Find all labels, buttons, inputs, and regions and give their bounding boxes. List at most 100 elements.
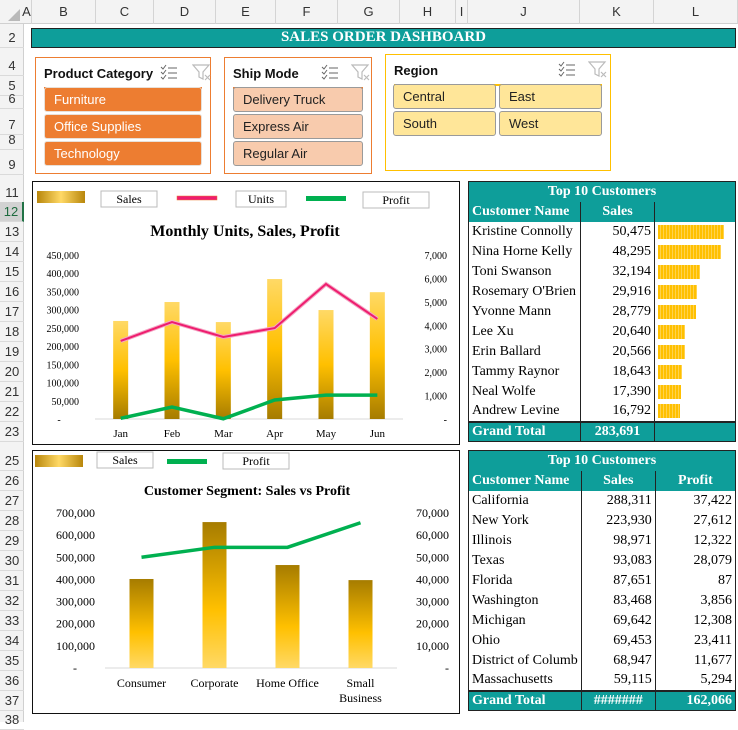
sales-cell[interactable]: 69,642 <box>581 610 656 631</box>
customer-name-cell[interactable]: Erin Ballard <box>468 341 581 362</box>
multi-select-icon[interactable] <box>558 61 578 79</box>
sales-cell[interactable]: 93,083 <box>581 550 656 571</box>
state-name-cell[interactable]: New York <box>468 510 582 531</box>
state-name-cell[interactable]: Florida <box>468 570 582 591</box>
column-header-customer-name[interactable]: Customer Name <box>468 470 582 491</box>
row-header[interactable]: 13 <box>0 222 24 242</box>
row-header[interactable]: 12 <box>0 202 24 222</box>
row-header[interactable]: 6 <box>0 89 24 109</box>
row-header[interactable]: 2 <box>0 28 24 48</box>
bar-sales[interactable] <box>348 580 373 668</box>
sales-cell[interactable]: 59,115 <box>581 670 656 691</box>
row-header[interactable]: 4 <box>0 56 24 76</box>
sales-cell[interactable]: 50,475 <box>580 221 655 242</box>
profit-cell[interactable]: 12,322 <box>655 531 735 551</box>
clear-filter-icon[interactable] <box>191 64 212 82</box>
state-name-cell[interactable]: Washington <box>468 590 582 611</box>
sales-cell[interactable]: 48,295 <box>580 241 655 262</box>
slicer-item-east[interactable]: East <box>499 84 602 109</box>
customer-name-cell[interactable]: Neal Wolfe <box>468 381 581 402</box>
slicer-item-technology[interactable]: Technology <box>44 141 202 166</box>
multi-select-icon[interactable] <box>160 64 180 82</box>
customer-name-cell[interactable]: Kristine Connolly <box>468 221 581 242</box>
column-header[interactable]: D <box>154 0 216 24</box>
databar-cell[interactable] <box>655 382 736 402</box>
slicer-item-west[interactable]: West <box>499 111 602 136</box>
select-all-button[interactable] <box>0 0 22 24</box>
customer-name-cell[interactable]: Nina Horne Kelly <box>468 241 581 262</box>
row-header[interactable]: 35 <box>0 651 24 671</box>
state-name-cell[interactable]: Illinois <box>468 530 582 551</box>
sales-cell[interactable]: 223,930 <box>581 510 656 531</box>
row-header[interactable]: 36 <box>0 671 24 691</box>
profit-cell[interactable]: 27,612 <box>655 511 735 531</box>
row-header[interactable]: 23 <box>0 422 24 442</box>
databar-cell[interactable] <box>655 402 736 422</box>
sales-cell[interactable]: 18,643 <box>580 361 655 382</box>
bar-sales[interactable] <box>164 302 180 419</box>
sales-cell[interactable]: 16,792 <box>580 401 655 422</box>
column-header[interactable]: H <box>400 0 456 24</box>
state-name-cell[interactable]: California <box>468 490 582 511</box>
row-header[interactable]: 32 <box>0 591 24 611</box>
bar-sales[interactable] <box>129 578 154 668</box>
databar-cell[interactable] <box>655 262 736 282</box>
bar-sales[interactable] <box>113 320 129 419</box>
sales-cell[interactable]: 68,947 <box>581 650 656 671</box>
profit-cell[interactable]: 12,308 <box>655 611 735 631</box>
profit-cell[interactable]: 3,856 <box>655 591 735 611</box>
column-header[interactable]: K <box>580 0 654 24</box>
bar-sales[interactable] <box>275 565 300 668</box>
customer-name-cell[interactable]: Rosemary O'Brien <box>468 281 581 302</box>
segment-chart[interactable]: Sales Profit Customer Segment: Sales vs … <box>32 450 460 714</box>
sales-cell[interactable]: 288,311 <box>581 490 656 511</box>
customer-name-cell[interactable]: Toni Swanson <box>468 261 581 282</box>
row-header[interactable]: 34 <box>0 631 24 651</box>
column-header[interactable]: A <box>22 0 32 24</box>
column-header[interactable]: C <box>96 0 154 24</box>
slicer-item-regular-air[interactable]: Regular Air <box>233 141 363 166</box>
state-name-cell[interactable]: District of Columb <box>468 650 582 671</box>
databar-cell[interactable] <box>655 222 736 242</box>
sales-cell[interactable]: 87,651 <box>581 570 656 591</box>
sales-cell[interactable]: 83,468 <box>581 590 656 611</box>
slicer-item-delivery-truck[interactable]: Delivery Truck <box>233 87 363 112</box>
bar-sales[interactable] <box>369 292 385 419</box>
multi-select-icon[interactable] <box>321 64 341 82</box>
row-header[interactable]: 28 <box>0 511 24 531</box>
row-header[interactable]: 38 <box>0 710 24 730</box>
slicer-item-south[interactable]: South <box>393 111 496 136</box>
state-name-cell[interactable]: Texas <box>468 550 582 571</box>
databar-cell[interactable] <box>655 302 736 322</box>
customer-name-cell[interactable]: Lee Xu <box>468 321 581 342</box>
row-header[interactable]: 19 <box>0 342 24 362</box>
databar-cell[interactable] <box>655 342 736 362</box>
row-header[interactable]: 31 <box>0 571 24 591</box>
sales-cell[interactable]: 32,194 <box>580 261 655 282</box>
profit-cell[interactable]: 87 <box>655 571 735 591</box>
row-header[interactable]: 29 <box>0 531 24 551</box>
row-header[interactable]: 15 <box>0 262 24 282</box>
row-header[interactable]: 14 <box>0 242 24 262</box>
sales-cell[interactable]: 29,916 <box>580 281 655 302</box>
column-header-customer-name[interactable]: Customer Name <box>468 201 581 222</box>
row-header[interactable]: 25 <box>0 451 24 471</box>
column-header[interactable]: J <box>468 0 580 24</box>
customer-name-cell[interactable]: Tammy Raynor <box>468 361 581 382</box>
databar-cell[interactable] <box>655 322 736 342</box>
column-header[interactable]: F <box>276 0 338 24</box>
slicer-item-express-air[interactable]: Express Air <box>233 114 363 139</box>
bar-sales[interactable] <box>318 310 334 419</box>
sales-cell[interactable]: 20,566 <box>580 341 655 362</box>
column-header[interactable]: G <box>338 0 400 24</box>
profit-cell[interactable]: 37,422 <box>655 491 735 511</box>
databar-cell[interactable] <box>655 362 736 382</box>
profit-cell[interactable]: 28,079 <box>655 551 735 571</box>
column-header[interactable]: I <box>456 0 468 24</box>
line-profit[interactable] <box>120 393 378 421</box>
slicer-item-furniture[interactable]: Furniture <box>44 87 202 112</box>
row-header[interactable]: 22 <box>0 402 24 422</box>
sales-cell[interactable]: 69,453 <box>581 630 656 651</box>
row-header[interactable]: 21 <box>0 382 24 402</box>
column-header[interactable]: L <box>654 0 738 24</box>
